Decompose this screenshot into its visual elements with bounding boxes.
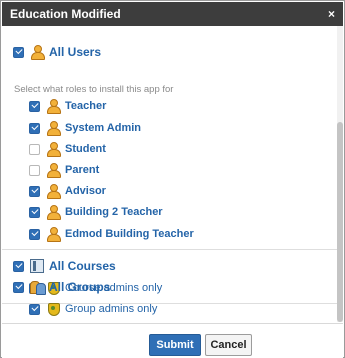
- role-row-parent[interactable]: Parent: [29, 161, 99, 179]
- role-row-edmod-building-teacher[interactable]: Edmod Building Teacher: [29, 225, 194, 243]
- role-checkbox-student[interactable]: [29, 143, 40, 155]
- role-label-teacher: Teacher: [65, 100, 107, 112]
- user-icon: [46, 99, 61, 114]
- role-checkbox-teacher[interactable]: [29, 100, 40, 112]
- group-admins-checkbox[interactable]: [29, 303, 40, 315]
- role-checkbox-edmod-building-teacher[interactable]: [29, 228, 40, 240]
- all-courses-label: All Courses: [49, 259, 116, 273]
- all-courses-checkbox[interactable]: [13, 260, 24, 272]
- all-groups-row[interactable]: All Groups: [13, 278, 110, 296]
- user-icon: [30, 45, 45, 60]
- shield-icon: [46, 302, 60, 316]
- groups-icon: [30, 280, 46, 295]
- role-row-system-admin[interactable]: System Admin: [29, 119, 141, 137]
- roles-help-text: Select what roles to install this app fo…: [14, 84, 174, 95]
- role-checkbox-building-2-teacher[interactable]: [29, 206, 40, 218]
- role-label-student: Student: [65, 143, 106, 155]
- all-groups-label: All Groups: [49, 280, 111, 294]
- education-modified-dialog: Education Modified × All Users Select wh…: [0, 0, 345, 358]
- all-courses-row[interactable]: All Courses: [13, 257, 116, 275]
- user-icon: [46, 184, 61, 199]
- role-row-teacher[interactable]: Teacher: [29, 97, 106, 115]
- role-checkbox-parent[interactable]: [29, 164, 40, 176]
- role-row-advisor[interactable]: Advisor: [29, 182, 106, 200]
- user-icon: [46, 163, 61, 178]
- scrollbar[interactable]: [337, 26, 343, 322]
- group-admins-label: Group admins only: [65, 303, 158, 315]
- role-label-building-2-teacher: Building 2 Teacher: [65, 206, 163, 218]
- all-users-label: All Users: [49, 45, 102, 59]
- role-label-parent: Parent: [65, 164, 100, 176]
- submit-button[interactable]: Submit: [149, 334, 201, 356]
- user-icon: [46, 205, 61, 220]
- dialog-title: Education Modified: [10, 7, 121, 21]
- role-label-advisor: Advisor: [65, 185, 106, 197]
- all-users-row[interactable]: All Users: [13, 43, 101, 61]
- user-icon: [46, 227, 61, 242]
- role-label-edmod-building-teacher: Edmod Building Teacher: [65, 228, 194, 240]
- all-groups-checkbox[interactable]: [13, 281, 24, 293]
- section-divider: [2, 249, 337, 250]
- role-label-system-admin: System Admin: [65, 122, 142, 134]
- user-icon: [46, 142, 61, 157]
- group-admins-row[interactable]: Group admins only: [29, 300, 157, 318]
- close-icon[interactable]: ×: [328, 2, 335, 26]
- scrollbar-thumb[interactable]: [337, 122, 343, 322]
- role-checkbox-advisor[interactable]: [29, 185, 40, 197]
- cancel-button[interactable]: Cancel: [205, 334, 252, 356]
- user-icon: [46, 121, 61, 136]
- role-row-building-2-teacher[interactable]: Building 2 Teacher: [29, 203, 163, 221]
- role-row-student[interactable]: Student: [29, 140, 106, 158]
- all-users-checkbox[interactable]: [13, 46, 24, 58]
- dialog-footer: Submit Cancel: [2, 323, 343, 358]
- role-checkbox-system-admin[interactable]: [29, 122, 40, 134]
- course-icon: [30, 259, 44, 273]
- dialog-titlebar: Education Modified ×: [2, 2, 343, 26]
